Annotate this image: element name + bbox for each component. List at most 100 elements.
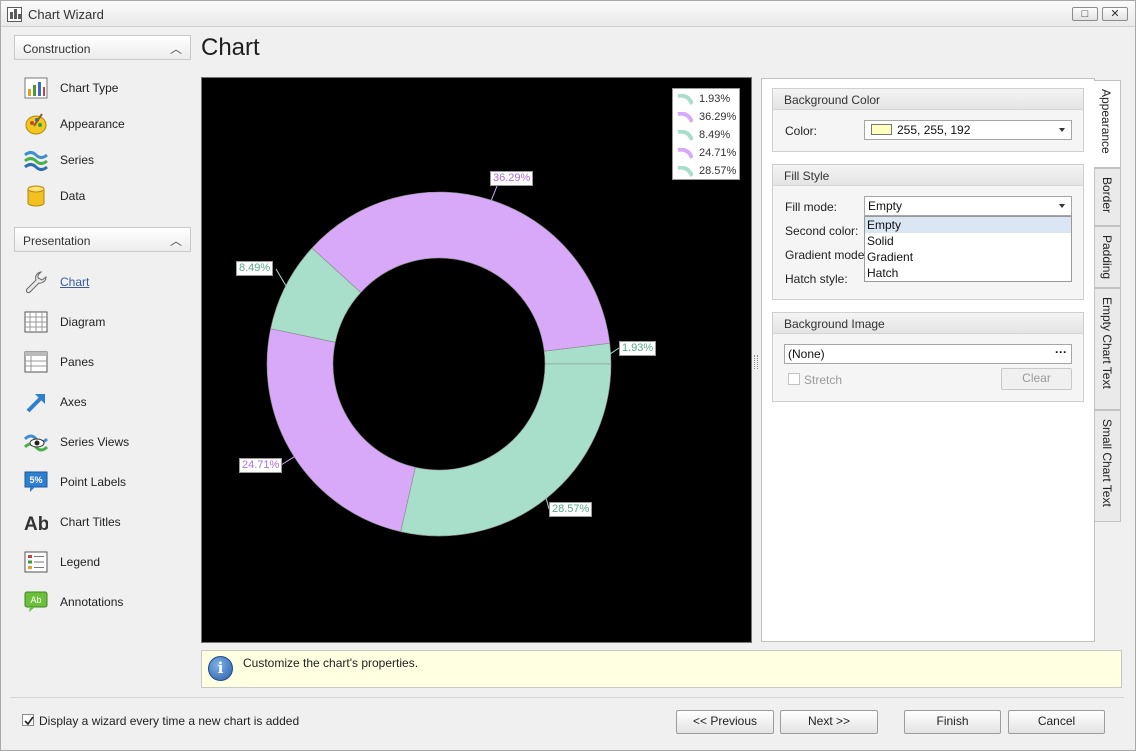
chart-titles-glyph: Ab [24, 514, 48, 534]
nav-item-diagram[interactable]: Diagram [22, 308, 192, 336]
point-label: 36.29% [490, 171, 534, 186]
presentation-header-label: Presentation [23, 234, 91, 248]
fill-mode-combo[interactable]: Empty [864, 196, 1072, 216]
tab-small-chart-text[interactable]: Small Chart Text [1095, 410, 1121, 522]
background-image-value: (None) [788, 347, 825, 361]
nav-item-series-views[interactable]: Series Views [22, 428, 192, 456]
tab-appearance[interactable]: Appearance [1094, 80, 1121, 168]
chevron-up-icon: ︿ [169, 42, 182, 56]
chevron-down-icon [1059, 128, 1065, 132]
previous-button[interactable]: << Previous [676, 710, 774, 734]
doughnut-chart [266, 185, 620, 537]
nav-item-label: Appearance [60, 117, 125, 131]
nav-item-label: Series Views [60, 435, 130, 449]
nav-item-point-labels[interactable]: 5% Point Labels [22, 468, 192, 496]
legend-label: 1.93% [699, 93, 731, 105]
fill-mode-option[interactable]: Empty [865, 217, 1071, 233]
gradient-mode-label: Gradient mode: [785, 248, 868, 262]
tab-padding[interactable]: Padding [1095, 226, 1121, 288]
next-button[interactable]: Next >> [780, 710, 878, 734]
fill-mode-option[interactable]: Solid [865, 233, 1071, 249]
point-labels-icon: 5% [24, 471, 48, 492]
series-icon [24, 151, 48, 171]
group-header: Fill Style [773, 165, 1083, 186]
background-image-group: Background Image (None) ··· Stretch Clea… [772, 312, 1084, 402]
color-label: Color: [785, 124, 818, 138]
info-icon: i [208, 656, 233, 681]
tab-label: Empty Chart Text [1100, 297, 1114, 389]
tab-empty-chart-text[interactable]: Empty Chart Text [1095, 288, 1121, 410]
info-text: Customize the chart's properties. [243, 656, 419, 670]
legend-swatch-icon [677, 94, 693, 105]
color-combo[interactable]: 255, 255, 192 [864, 120, 1072, 140]
stretch-label: Stretch [804, 373, 843, 387]
nav-item-chart-titles[interactable]: Ab Chart Titles [22, 508, 192, 536]
splitter-handle[interactable] [754, 355, 758, 369]
nav-item-label: Point Labels [60, 475, 127, 489]
connector-line [275, 268, 287, 286]
legend-swatch-icon [677, 112, 693, 123]
second-color-label: Second color: [785, 224, 859, 238]
background-image-field[interactable]: (None) ··· [784, 344, 1072, 364]
show-wizard-checkbox[interactable] [22, 714, 34, 726]
tab-label: Padding [1100, 235, 1114, 280]
presentation-group-header[interactable]: Presentation ︿ [14, 227, 191, 252]
finish-button[interactable]: Finish [904, 710, 1001, 734]
connector-line [490, 185, 498, 201]
legend-entry: 1.93% [673, 91, 741, 109]
clear-button[interactable]: Clear [1001, 368, 1072, 390]
restore-button[interactable]: □ [1072, 7, 1098, 21]
nav-item-chart[interactable]: Chart [22, 268, 192, 296]
point-label: 8.49% [236, 261, 274, 276]
axes-icon [26, 394, 45, 413]
group-header: Background Color [773, 89, 1083, 110]
construction-group-header[interactable]: Construction ︿ [14, 35, 191, 60]
fill-mode-option[interactable]: Hatch [865, 265, 1071, 281]
tab-border[interactable]: Border [1095, 168, 1121, 226]
chart-preview: 1.93% 36.29% 8.49% 24.71% 28.57% 1.93% 3… [201, 77, 752, 643]
nav-item-data[interactable]: Data [22, 182, 192, 210]
diagram-icon [24, 311, 48, 333]
chart-type-icon [24, 77, 48, 99]
legend-swatch-icon [677, 166, 693, 177]
nav-item-panes[interactable]: Panes [22, 348, 192, 376]
connector-line [610, 347, 620, 354]
nav-item-axes[interactable]: Axes [22, 388, 192, 416]
checkmark-icon [24, 716, 34, 726]
nav-item-label: Legend [60, 555, 101, 569]
nav-item-label: Diagram [60, 315, 106, 329]
chevron-up-icon: ︿ [169, 234, 182, 248]
tab-label: Appearance [1099, 89, 1113, 154]
footer-separator [10, 697, 1124, 698]
nav-item-series[interactable]: Series [22, 146, 192, 174]
legend-swatch-icon [677, 148, 693, 159]
legend-entry: 24.71% [673, 145, 741, 163]
point-label: 24.71% [239, 458, 283, 473]
browse-icon[interactable]: ··· [1055, 345, 1067, 359]
fill-mode-option[interactable]: Gradient [865, 249, 1071, 265]
legend-entry: 8.49% [673, 127, 741, 145]
color-swatch [871, 124, 892, 135]
point-label: 28.57% [549, 502, 593, 517]
nav-item-annotations[interactable]: Ab Annotations [22, 588, 192, 616]
nav-item-chart-type[interactable]: Chart Type [22, 74, 192, 102]
title-bar: Chart Wizard □ ✕ [1, 1, 1135, 27]
annotations-glyph: Ab [30, 595, 41, 605]
nav-item-label: Chart [60, 275, 90, 289]
background-color-group: Background Color Color: 255, 255, 192 [772, 88, 1084, 152]
chart-legend: 1.93% 36.29% 8.49% 24.71% 28.57% [672, 88, 740, 180]
slice-1 [311, 191, 611, 352]
cancel-button[interactable]: Cancel [1008, 710, 1105, 734]
nav-item-appearance[interactable]: Appearance [22, 110, 192, 138]
tab-label: Small Chart Text [1100, 419, 1114, 507]
connector-line [280, 456, 295, 466]
info-bar: i Customize the chart's properties. [201, 650, 1122, 688]
nav-item-label: Chart Type [60, 81, 119, 95]
data-icon [27, 185, 45, 207]
point-label: 1.93% [619, 341, 657, 356]
wrench-icon [25, 271, 47, 294]
stretch-checkbox[interactable] [788, 373, 800, 385]
close-button[interactable]: ✕ [1102, 7, 1128, 21]
nav-item-legend[interactable]: Legend [22, 548, 192, 576]
page-title: Chart [201, 34, 260, 61]
